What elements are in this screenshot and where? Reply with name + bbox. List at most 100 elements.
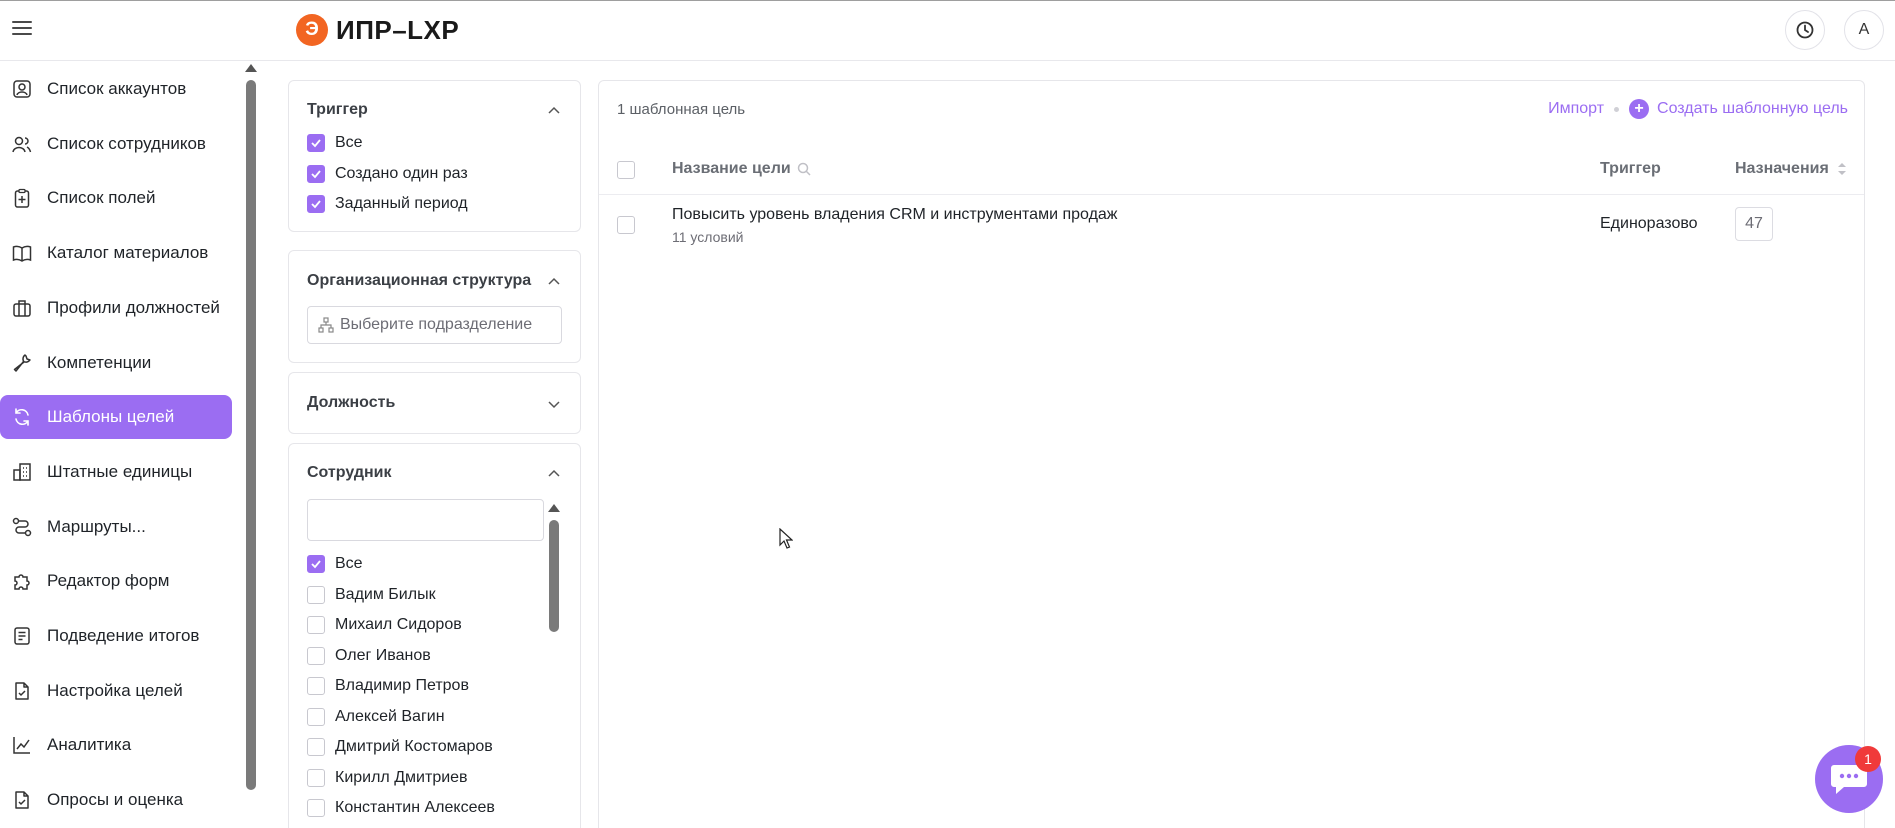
employee-search-input[interactable]	[307, 499, 544, 541]
checkbox-option[interactable]: Олег Иванов	[307, 646, 431, 665]
sidebar-item[interactable]: Список сотрудников	[0, 122, 232, 166]
top-header: Э ИПР–LXP A	[0, 0, 1895, 61]
chevron-up-icon[interactable]	[548, 105, 560, 117]
sidebar-item[interactable]: Шаблоны целей	[0, 395, 232, 440]
sidebar-item-label: Список аккаунтов	[47, 79, 187, 98]
checkbox-unchecked[interactable]	[307, 707, 325, 726]
sidebar-item[interactable]: Каталог материалов	[0, 231, 232, 275]
sidebar-item[interactable]: Список аккаунтов	[0, 67, 232, 111]
checkbox-unchecked[interactable]	[307, 738, 325, 756]
chart-line-icon	[11, 734, 33, 756]
checkbox-option[interactable]: Все	[307, 555, 363, 573]
checkbox-option[interactable]: Михаил Сидоров	[307, 616, 462, 634]
user-card-icon	[11, 78, 33, 100]
checkbox-label: Алексей Вагин	[335, 707, 445, 725]
department-select[interactable]: Выберите подразделение	[307, 306, 562, 344]
checkbox-option[interactable]: Константин Алексеев	[307, 799, 495, 817]
goal-conditions: 11 условий	[672, 229, 744, 245]
filter-trigger: Триггер Все Создано один раз Заданный пери…	[288, 80, 581, 232]
filter-employee-title: Сотрудник	[307, 464, 392, 481]
plus-icon: +	[1629, 99, 1650, 119]
search-icon[interactable]	[797, 162, 811, 176]
column-trigger-header: Триггер	[1600, 160, 1661, 177]
column-name-header[interactable]: Название цели	[672, 160, 811, 178]
checkbox-unchecked[interactable]	[307, 677, 325, 695]
checkbox-label: Все	[335, 134, 363, 151]
select-all-checkbox[interactable]	[617, 161, 635, 179]
checkbox-option[interactable]: Дмитрий Костомаров	[307, 738, 493, 756]
column-name-label: Название цели	[672, 160, 791, 177]
sidebar-item[interactable]: Профили должностей	[0, 286, 232, 330]
sidebar-item[interactable]: Редактор форм	[0, 559, 232, 603]
templates-count: 1 шаблонная цель	[617, 101, 746, 118]
checkbox-option[interactable]: Все	[307, 134, 363, 152]
checkbox-unchecked[interactable]	[307, 585, 325, 604]
employee-scrollbar[interactable]	[549, 520, 559, 632]
column-assignments-label: Назначения	[1735, 160, 1829, 177]
menu-icon[interactable]	[12, 18, 34, 38]
sidebar-scrollbar[interactable]	[246, 80, 256, 790]
user-avatar[interactable]: A	[1844, 10, 1884, 50]
app-title: ИПР–LXP	[336, 14, 460, 45]
sidebar-item[interactable]: Список полей	[0, 176, 232, 220]
sidebar-scroll-up-arrow[interactable]	[245, 64, 257, 72]
building-icon	[11, 461, 33, 483]
checkbox-option[interactable]: Владимир Петров	[307, 677, 469, 695]
checkbox-option[interactable]: Алексей Вагин	[307, 707, 445, 726]
logo-mark-icon: Э	[296, 14, 328, 46]
filter-org-title: Организационная структура	[307, 272, 532, 289]
checkbox-unchecked[interactable]	[307, 799, 325, 817]
sidebar-item-label: Профили должностей	[47, 297, 220, 317]
chevron-down-icon[interactable]	[548, 398, 560, 410]
briefcase-icon	[11, 297, 33, 319]
checkbox-checked[interactable]	[307, 195, 325, 213]
chevron-up-icon[interactable]	[548, 276, 560, 288]
checkbox-checked[interactable]	[307, 555, 325, 573]
filter-position[interactable]: Должность	[288, 372, 581, 434]
sidebar-item[interactable]: Штатные единицы	[0, 450, 232, 494]
checkbox-option[interactable]: Создано один раз	[307, 164, 468, 183]
goal-title[interactable]: Повысить уровень владения CRM и инструме…	[672, 206, 1118, 224]
checkbox-checked[interactable]	[307, 164, 325, 183]
filter-employee: Сотрудник Все Вадим Билык Михаил Сидоров Ол…	[288, 443, 581, 828]
book-icon	[11, 242, 33, 264]
checkbox-option[interactable]: Вадим Билык	[307, 585, 436, 604]
checkbox-checked[interactable]	[307, 134, 325, 152]
checkbox-unchecked[interactable]	[307, 616, 325, 634]
employee-scroll-up-arrow[interactable]	[548, 504, 560, 512]
app-logo[interactable]: Э ИПР–LXP	[296, 14, 459, 46]
row-checkbox[interactable]	[617, 216, 635, 234]
sidebar-item-label: Список полей	[47, 188, 156, 208]
checklist-icon	[11, 625, 33, 647]
sidebar: Список аккаунтов Список сотрудников Список…	[0, 62, 240, 828]
sidebar-item-label: Штатные единицы	[47, 461, 193, 481]
history-button[interactable]	[1785, 10, 1825, 50]
create-template-button[interactable]: + Создать шаблонную цель	[1629, 99, 1848, 119]
chevron-up-icon[interactable]	[548, 468, 560, 480]
sidebar-item-label: Маршруты...	[47, 516, 146, 536]
import-link[interactable]: Импорт	[1548, 100, 1604, 118]
doc-check-icon	[11, 680, 33, 702]
sidebar-item[interactable]: Аналитика	[0, 723, 232, 767]
table-row[interactable]: Повысить уровень владения CRM и инструме…	[599, 195, 1864, 255]
sidebar-item-label: Подведение итогов	[47, 626, 200, 645]
checkbox-label: Вадим Билык	[335, 585, 436, 603]
checkbox-option[interactable]: Кирилл Дмитриев	[307, 768, 468, 787]
chat-unread-badge: 1	[1855, 746, 1881, 772]
sidebar-item[interactable]: Маршруты...	[0, 505, 232, 549]
sort-icon[interactable]	[1837, 161, 1847, 177]
checkbox-unchecked[interactable]	[307, 646, 325, 665]
checkbox-label: Дмитрий Костомаров	[335, 738, 493, 755]
sidebar-item[interactable]: Подведение итогов	[0, 614, 232, 658]
sidebar-item-label: Редактор форм	[47, 571, 170, 591]
checkbox-label: Михаил Сидоров	[335, 616, 462, 633]
sidebar-item[interactable]: Настройка целей	[0, 669, 232, 713]
checkbox-option[interactable]: Заданный период	[307, 195, 468, 213]
sidebar-item[interactable]: Опросы и оценка	[0, 778, 232, 822]
checkbox-unchecked[interactable]	[307, 768, 325, 787]
puzzle-icon	[11, 570, 33, 592]
sidebar-item[interactable]: Компетенции	[0, 341, 232, 385]
sidebar-item-label: Аналитика	[47, 735, 132, 755]
assignments-count[interactable]: 47	[1735, 207, 1773, 241]
column-assignments-header[interactable]: Назначения	[1735, 160, 1847, 178]
